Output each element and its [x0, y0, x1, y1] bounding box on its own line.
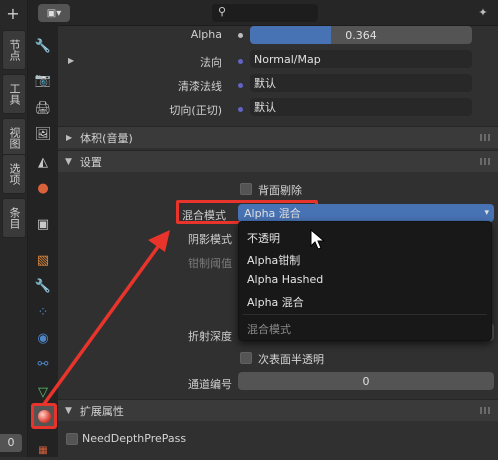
tangent-field[interactable]: 默认	[250, 98, 472, 116]
custom-properties-panel-header[interactable]: ▼ 扩展属性	[58, 399, 498, 421]
alpha-slider[interactable]: 0.364	[250, 26, 472, 44]
world-icon[interactable]: ●	[33, 178, 53, 198]
tab-options[interactable]: 选项	[2, 154, 26, 194]
material-icon[interactable]	[31, 403, 57, 429]
socket-dot-icon[interactable]	[238, 33, 243, 38]
subsurface-translucency-label: 次表面半透明	[258, 353, 324, 366]
subsurface-translucency-checkbox[interactable]	[240, 352, 252, 364]
tab-tool[interactable]: 工具	[2, 74, 26, 114]
tab-item[interactable]: 条目	[2, 198, 26, 238]
backface-culling-checkbox[interactable]	[240, 183, 252, 195]
constraints-icon[interactable]: ⚯	[33, 354, 53, 374]
alpha-value: 0.364	[345, 28, 377, 42]
sidebar-tab-strip: + 节点 工具 视图 选项 条目 0	[0, 0, 28, 457]
drag-grip-icon[interactable]	[480, 134, 492, 141]
blend-mode-select[interactable]: Alpha 混合 ▾	[238, 204, 494, 222]
add-icon[interactable]: +	[2, 4, 24, 24]
blend-mode-label: 混合模式	[182, 209, 226, 222]
dropdown-divider	[243, 314, 487, 315]
expand-arrow-icon[interactable]: ▶	[68, 56, 74, 65]
dropdown-option-alpha-clip[interactable]: Alpha钳制	[247, 252, 300, 268]
left-stub-value[interactable]: 0	[0, 434, 22, 452]
expanded-arrow-icon: ▼	[65, 156, 72, 167]
view-layer-icon[interactable]: 🖼	[33, 124, 53, 144]
editor-type-button[interactable]: ▣▾	[38, 4, 70, 22]
backface-culling-label: 背面剔除	[258, 184, 302, 197]
dropdown-footer-title: 混合模式	[247, 323, 291, 336]
dropdown-option-alpha-hashed[interactable]: Alpha Hashed	[247, 273, 323, 286]
chevron-down-icon: ▾	[484, 208, 489, 218]
drag-grip-icon[interactable]	[480, 158, 492, 165]
clearcoat-normal-label: 清漆法线	[178, 80, 222, 93]
blend-mode-dropdown: 不透明 Alpha钳制 Alpha Hashed Alpha 混合 混合模式	[238, 221, 492, 341]
properties-header: ▣▾ ⚲ ✦	[38, 0, 498, 26]
output-icon[interactable]: 🖨	[33, 98, 53, 118]
custom-properties-title: 扩展属性	[79, 404, 124, 418]
modifier-icon[interactable]: 🔧	[33, 276, 53, 296]
drag-grip-icon[interactable]	[480, 407, 492, 414]
tab-view[interactable]: 视图	[2, 118, 26, 158]
object-icon[interactable]: ▧	[33, 250, 53, 270]
pass-index-value: 0	[362, 374, 370, 388]
texture-icon[interactable]: ▦	[33, 440, 53, 460]
dropdown-option-alpha-blend[interactable]: Alpha 混合	[247, 294, 304, 310]
pass-index-label: 通道编号	[188, 378, 232, 391]
dropdown-option-opaque[interactable]: 不透明	[247, 230, 280, 246]
object-data-icon[interactable]: ▽	[33, 382, 53, 402]
physics-icon[interactable]: ◉	[33, 328, 53, 348]
settings-panel-header[interactable]: ▼ 设置	[58, 150, 498, 172]
volume-panel-title: 体积(音量)	[80, 131, 133, 145]
tangent-label: 切向(正切)	[169, 104, 222, 117]
scene-icon[interactable]: ◭	[33, 152, 53, 172]
pin-icon[interactable]: ✦	[474, 4, 492, 22]
pass-index-field[interactable]: 0	[238, 372, 494, 390]
clip-threshold-label: 钳制阈值	[188, 257, 232, 270]
clearcoat-normal-field[interactable]: 默认	[250, 74, 472, 92]
need-depth-prepass-checkbox[interactable]	[66, 433, 78, 445]
search-icon: ⚲	[218, 5, 227, 18]
alpha-label: Alpha	[190, 28, 222, 41]
mouse-cursor-icon	[310, 229, 326, 250]
refraction-depth-label: 折射深度	[188, 330, 232, 343]
tangent-value: 默认	[254, 101, 276, 114]
socket-dot-icon[interactable]	[238, 59, 243, 64]
blend-mode-value: Alpha 混合	[244, 207, 301, 220]
expanded-arrow-icon: ▼	[65, 405, 72, 416]
socket-dot-icon[interactable]	[238, 83, 243, 88]
render-icon[interactable]: 📷	[33, 70, 53, 90]
shadow-mode-label: 阴影模式	[188, 233, 232, 246]
collapsed-arrow-icon: ▶	[66, 133, 73, 142]
normal-label: 法向	[200, 56, 222, 69]
clearcoat-normal-value: 默认	[254, 77, 276, 90]
normal-field[interactable]: Normal/Map	[250, 50, 472, 68]
search-input[interactable]: ⚲	[212, 4, 318, 22]
settings-panel-title: 设置	[79, 155, 102, 169]
need-depth-prepass-label: NeedDepthPrePass	[82, 432, 187, 445]
particles-icon[interactable]: ⁘	[33, 302, 53, 322]
tool-icon[interactable]: 🔧	[33, 36, 53, 56]
volume-panel-header[interactable]: ▶ 体积(音量)	[58, 126, 498, 148]
normal-value: Normal/Map	[254, 52, 321, 66]
socket-dot-icon[interactable]	[238, 107, 243, 112]
tab-node[interactable]: 节点	[2, 30, 26, 70]
properties-tab-column: 🔧 📷 🖨 🖼 ◭ ● ▣ ▧ 🔧 ⁘ ◉ ⚯ ▽ ▦	[28, 0, 58, 457]
collection-icon[interactable]: ▣	[33, 214, 53, 234]
